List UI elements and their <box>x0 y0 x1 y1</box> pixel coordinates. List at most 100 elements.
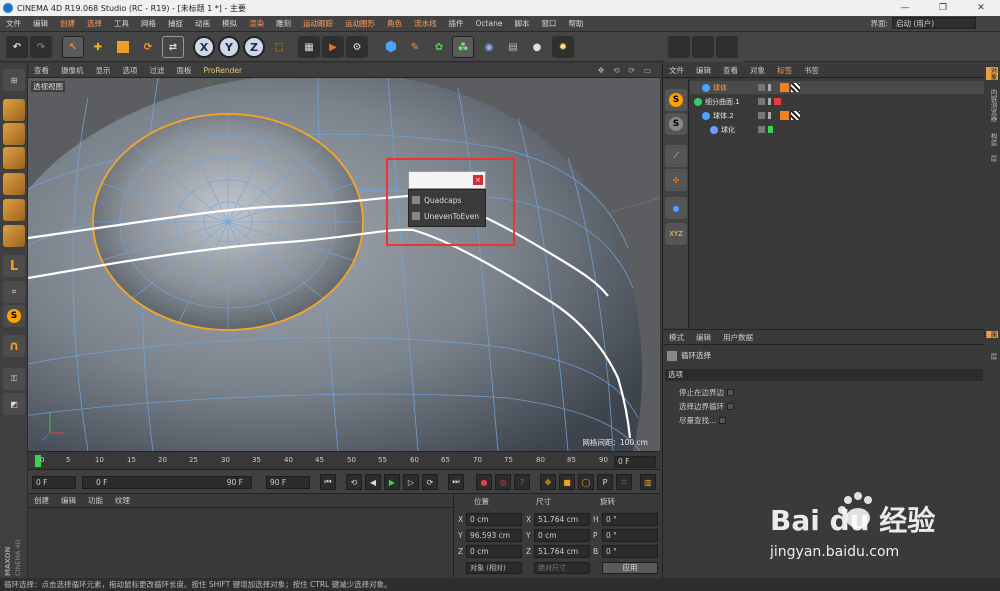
menu-select[interactable]: 选择 <box>81 18 108 29</box>
play-icon[interactable]: ▶ <box>384 474 400 490</box>
workplane-mode-icon[interactable] <box>3 147 25 169</box>
key-pla-icon[interactable]: ⁙ <box>616 474 632 490</box>
preview-range-slider[interactable]: 0 F 90 F <box>82 476 252 489</box>
keyframe-selection-icon[interactable]: ? <box>514 474 530 490</box>
array-icon[interactable]: ⁂ <box>452 36 474 58</box>
undo-icon[interactable]: ↶ <box>6 36 28 58</box>
workplane-icon[interactable] <box>692 36 714 58</box>
position-x-field[interactable]: 0 cm <box>466 513 522 526</box>
tab-content-browser[interactable]: 内容浏览器 <box>986 89 998 122</box>
recent-tools-icon[interactable]: ⇄ <box>162 36 184 58</box>
menu-pipeline[interactable]: 流水线 <box>408 18 443 29</box>
key-position-icon[interactable]: ✥ <box>540 474 556 490</box>
menu-mograph[interactable]: 运动图形 <box>339 18 381 29</box>
obj-menu-edit[interactable]: 编辑 <box>690 65 717 76</box>
snap-settings-icon[interactable] <box>668 36 690 58</box>
floor-icon[interactable]: ▤ <box>502 36 524 58</box>
menu-simulate[interactable]: 模拟 <box>216 18 243 29</box>
camera-icon[interactable]: ● <box>526 36 548 58</box>
tab-attr-layers[interactable]: 层 <box>986 353 998 360</box>
coordinate-system-icon[interactable]: ⬚ <box>268 36 290 58</box>
checkbox[interactable] <box>719 417 727 424</box>
pen-spline-icon[interactable]: ✎ <box>404 36 426 58</box>
maximize-button[interactable]: ❐ <box>924 0 962 16</box>
obj-menu-view[interactable]: 查看 <box>717 65 744 76</box>
points-mode-icon[interactable] <box>3 173 25 195</box>
menu-mesh[interactable]: 网格 <box>135 18 162 29</box>
tweak-mode-icon[interactable]: ⌗ <box>3 281 25 303</box>
menu-sculpt[interactable]: 雕刻 <box>270 18 297 29</box>
joint-tool-icon[interactable]: ⟋ <box>665 145 687 167</box>
key-rotation-icon[interactable]: ◯ <box>578 474 594 490</box>
current-frame-field[interactable]: 0 F <box>614 456 656 468</box>
obj-menu-file[interactable]: 文件 <box>663 65 690 76</box>
option-select-boundary-loop[interactable]: 选择边界循环 <box>679 401 734 412</box>
snap-s-icon[interactable]: S <box>665 89 687 111</box>
size-z-field[interactable]: 51.764 cm <box>534 545 590 558</box>
scale-icon[interactable] <box>112 36 134 58</box>
edges-mode-icon[interactable] <box>3 199 25 221</box>
subdivision-surface-icon[interactable]: ✿ <box>428 36 450 58</box>
live-selection-icon[interactable]: ↖ <box>62 36 84 58</box>
texture-mode-icon[interactable] <box>3 123 25 145</box>
attr-menu-userdata[interactable]: 用户数据 <box>717 332 759 343</box>
object-row-sphere2[interactable]: 球体.2 <box>690 109 984 122</box>
timeline-window-icon[interactable]: ▥ <box>640 474 656 490</box>
menu-animate[interactable]: 动画 <box>189 18 216 29</box>
menu-octane[interactable]: Octane <box>470 19 509 28</box>
tab-objects[interactable]: 对象 <box>986 67 998 80</box>
go-to-end-icon[interactable]: ⏭ <box>448 474 464 490</box>
snap-icon[interactable]: S <box>3 305 25 327</box>
vp-menu-prorender[interactable]: ProRender <box>198 66 249 75</box>
object-row-spherify[interactable]: 球化 <box>690 123 984 136</box>
go-to-start-icon[interactable]: ⏮ <box>320 474 336 490</box>
vp-menu-view[interactable]: 查看 <box>28 65 55 76</box>
options-section-header[interactable]: 选项 <box>665 369 983 381</box>
y-axis-button[interactable]: Y <box>218 36 240 58</box>
coord-mode-dropdown[interactable]: 对象 (相对) <box>466 562 522 574</box>
attr-menu-edit[interactable]: 编辑 <box>690 332 717 343</box>
planar-workplane-icon[interactable]: ◩ <box>3 393 25 415</box>
autokey-icon[interactable]: ◎ <box>495 474 511 490</box>
cube-primitive-icon[interactable]: ⬢ <box>380 36 402 58</box>
redo-icon[interactable]: ↷ <box>30 36 52 58</box>
obj-menu-tags[interactable]: 标签 <box>771 65 798 76</box>
tab-structure[interactable]: 构造 <box>986 133 998 146</box>
timeline-ruler[interactable]: 0 5 10 15 20 25 30 35 40 45 50 55 60 65 … <box>28 451 660 469</box>
record-keys-icon[interactable]: ● <box>476 474 492 490</box>
model-mode-icon[interactable] <box>3 99 25 121</box>
menu-character[interactable]: 角色 <box>381 18 408 29</box>
menu-plugins[interactable]: 插件 <box>443 18 470 29</box>
snap-s-alt-icon[interactable]: S <box>665 113 687 135</box>
object-row-sphere[interactable]: 球体 <box>690 81 984 94</box>
viewport-nav-controls[interactable]: ✥ ⟲ ⟳ ▭ <box>598 66 654 75</box>
quantize-icon[interactable] <box>716 36 738 58</box>
make-editable-icon[interactable]: ⊞ <box>3 69 25 91</box>
ik-tool-icon[interactable]: ● <box>665 197 687 219</box>
apply-button[interactable]: 应用 <box>602 562 658 574</box>
obj-menu-objects[interactable]: 对象 <box>744 65 771 76</box>
next-key-icon[interactable]: ⟳ <box>422 474 438 490</box>
vp-menu-panel[interactable]: 面板 <box>171 65 198 76</box>
size-mode-dropdown[interactable]: 绝对尺寸 <box>534 562 590 574</box>
position-z-field[interactable]: 0 cm <box>466 545 522 558</box>
layout-dropdown[interactable]: 启动 (用户) <box>892 17 976 29</box>
mat-menu-create[interactable]: 创建 <box>28 495 55 506</box>
rotation-p-field[interactable]: 0 ° <box>602 529 658 542</box>
rotate-icon[interactable]: ⟳ <box>137 36 159 58</box>
minimize-button[interactable]: — <box>886 0 924 16</box>
menu-create[interactable]: 创建 <box>54 18 81 29</box>
key-scale-icon[interactable]: ■ <box>559 474 575 490</box>
vp-menu-display[interactable]: 显示 <box>90 65 117 76</box>
mat-menu-edit[interactable]: 编辑 <box>55 495 82 506</box>
next-frame-icon[interactable]: ▷ <box>403 474 419 490</box>
magnet-icon[interactable]: ∩ <box>3 335 25 357</box>
tab-attributes[interactable]: 属性 <box>979 331 998 338</box>
rotation-h-field[interactable]: 0 ° <box>602 513 658 526</box>
previous-frame-icon[interactable]: ◀ <box>365 474 381 490</box>
vp-menu-cameras[interactable]: 摄像机 <box>55 65 90 76</box>
menu-snap[interactable]: 捕捉 <box>162 18 189 29</box>
z-axis-button[interactable]: Z <box>243 36 265 58</box>
tab-layers[interactable]: 层 <box>986 155 998 162</box>
attr-menu-mode[interactable]: 模式 <box>663 332 690 343</box>
